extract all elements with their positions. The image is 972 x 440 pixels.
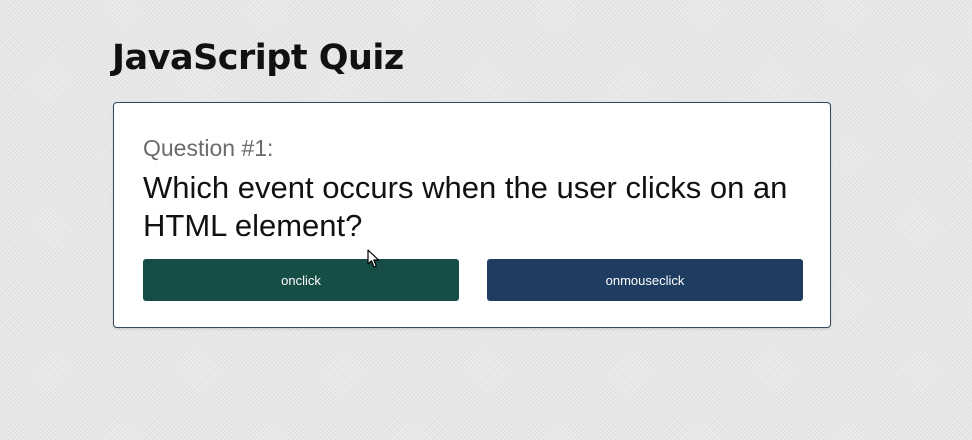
- question-text: Which event occurs when the user clicks …: [143, 170, 788, 243]
- answer-button-onclick[interactable]: onclick: [143, 259, 459, 301]
- question-number: Question #1:: [143, 135, 274, 161]
- quiz-card: Question #1: Which event occurs when the…: [113, 102, 831, 328]
- mouse-pointer-icon: [367, 249, 380, 268]
- page-title: JavaScript Quiz: [112, 38, 404, 78]
- answer-button-onmouseclick[interactable]: onmouseclick: [487, 259, 803, 301]
